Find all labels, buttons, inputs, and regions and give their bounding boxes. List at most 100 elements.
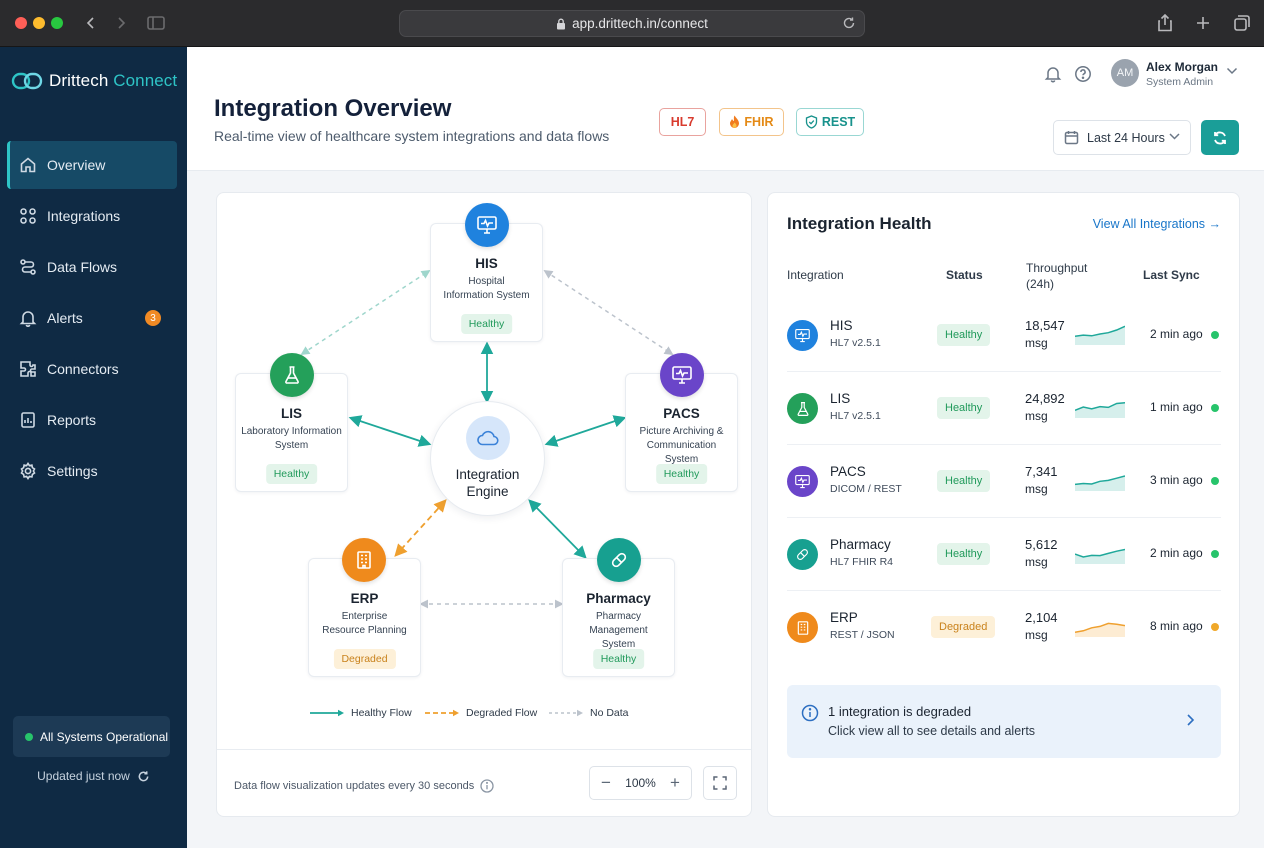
throughput-count: 5,612	[1025, 537, 1058, 552]
dashed-arrow-icon	[425, 709, 459, 717]
help-icon[interactable]	[1074, 65, 1092, 83]
integration-engine-node[interactable]: Integration Engine	[430, 401, 545, 516]
zoom-out-button[interactable]: −	[599, 773, 613, 793]
info-icon[interactable]	[480, 779, 494, 793]
chevron-down-icon	[1169, 133, 1180, 140]
chevron-right-icon[interactable]	[1186, 713, 1195, 732]
protocol-label: REST	[821, 115, 856, 129]
node-title: HIS	[475, 256, 498, 271]
column-header-throughput: Throughput (24h)	[1026, 261, 1088, 291]
close-window-button[interactable]	[15, 17, 27, 29]
flow-engine-erp	[394, 499, 447, 557]
refresh-small-icon[interactable]	[137, 770, 150, 783]
system-status-indicator: All Systems Operational	[13, 716, 170, 757]
refresh-icon	[1214, 131, 1226, 144]
pill-icon	[787, 539, 818, 570]
throughput-count: 7,341	[1025, 464, 1058, 479]
protocol-badge-hl7[interactable]: HL7	[659, 108, 706, 136]
connectors-icon	[20, 361, 36, 377]
last-sync: 8 min ago	[1150, 619, 1203, 633]
column-header-status: Status	[946, 268, 983, 282]
sidebar-item-label: Data Flows	[47, 259, 118, 275]
throughput-unit: msg	[1025, 482, 1048, 496]
table-row[interactable]: LIS HL7 v2.5.1 Healthy 24,892 msg 1 min …	[787, 372, 1221, 445]
protocol-badge-fhir[interactable]: FHIR	[719, 108, 784, 136]
main-nav: Overview Integrations Data Flows Alerts …	[7, 141, 177, 498]
view-all-integrations-link[interactable]: View All Integrations →	[1093, 217, 1221, 231]
sidebar-item-data-flows[interactable]: Data Flows	[7, 243, 177, 291]
forward-icon[interactable]	[110, 12, 132, 34]
protocol-label: FHIR	[744, 115, 774, 129]
sync-status-dot	[1211, 550, 1219, 558]
protocol-badge-rest[interactable]: REST	[796, 108, 864, 136]
degraded-alert-banner[interactable]: 1 integration is degraded Click view all…	[787, 685, 1221, 758]
sidebar-item-label: Reports	[47, 412, 97, 428]
tab-overview-icon[interactable]	[1231, 12, 1253, 34]
last-sync: 1 min ago	[1150, 400, 1203, 414]
sidebar-item-reports[interactable]: Reports	[7, 396, 177, 444]
integrations-icon	[20, 208, 36, 224]
status-badge: Healthy	[460, 314, 513, 334]
engine-label: Integration Engine	[455, 467, 520, 499]
last-sync: 2 min ago	[1150, 327, 1203, 341]
node-subtitle: Hospital Information System	[443, 276, 530, 301]
table-row[interactable]: HIS HL7 v2.5.1 Healthy 18,547 msg 2 min …	[787, 299, 1221, 372]
avatar[interactable]: AM	[1111, 59, 1139, 87]
integration-protocol: HL7 v2.5.1	[830, 410, 881, 422]
alerts-count-badge: 3	[145, 310, 161, 326]
sync-status-dot	[1211, 404, 1219, 412]
fullscreen-button[interactable]	[703, 766, 737, 800]
status-badge: Healthy	[937, 324, 991, 346]
status-badge: Healthy	[937, 470, 991, 492]
throughput-unit: msg	[1025, 555, 1048, 569]
share-icon[interactable]	[1154, 12, 1176, 34]
sidebar-toggle-icon[interactable]	[145, 12, 167, 34]
time-range-value: Last 24 Hours	[1087, 130, 1165, 145]
throughput-count: 2,104	[1025, 610, 1058, 625]
user-role: System Admin	[1146, 76, 1214, 88]
imaging-monitor-icon	[660, 353, 704, 397]
chevron-down-icon[interactable]	[1226, 67, 1238, 75]
sidebar-item-settings[interactable]: Settings	[7, 447, 177, 495]
sidebar-item-overview[interactable]: Overview	[7, 141, 177, 189]
table-row[interactable]: Pharmacy HL7 FHIR R4 Healthy 5,612 msg 2…	[787, 518, 1221, 591]
status-badge: Healthy	[655, 464, 708, 484]
minimize-window-button[interactable]	[33, 17, 45, 29]
new-tab-icon[interactable]	[1192, 12, 1214, 34]
building-icon	[342, 538, 386, 582]
logo-icon	[11, 72, 43, 90]
sync-status-dot	[1211, 623, 1219, 631]
url-text: app.drittech.in/connect	[572, 16, 708, 31]
status-dot	[25, 732, 33, 741]
calendar-icon	[1064, 131, 1079, 145]
last-updated: Updated just now	[0, 769, 187, 783]
last-sync: 2 min ago	[1150, 546, 1203, 560]
user-name[interactable]: Alex Morgan	[1146, 60, 1218, 74]
sidebar-item-label: Connectors	[47, 361, 119, 377]
sidebar-item-label: Integrations	[47, 208, 121, 224]
bell-icon	[19, 311, 37, 327]
sidebar-item-alerts[interactable]: Alerts 3	[7, 294, 177, 342]
node-subtitle: Pharmacy Management System	[589, 611, 648, 650]
monitor-icon	[787, 320, 818, 351]
maximize-window-button[interactable]	[51, 17, 63, 29]
brand-logo[interactable]: Drittech Connect	[11, 69, 177, 93]
throughput-count: 24,892	[1025, 391, 1065, 406]
throughput-sparkline	[1075, 475, 1125, 491]
throughput-unit: msg	[1025, 409, 1048, 423]
table-row[interactable]: ERP REST / JSON Degraded 2,104 msg 8 min…	[787, 591, 1221, 664]
address-bar[interactable]: app.drittech.in/connect	[399, 10, 865, 37]
table-row[interactable]: PACS DICOM / REST Healthy 7,341 msg 3 mi…	[787, 445, 1221, 518]
sidebar-item-integrations[interactable]: Integrations	[7, 192, 177, 240]
integration-name: ERP	[830, 610, 858, 625]
reload-icon[interactable]	[842, 16, 856, 30]
sidebar-item-connectors[interactable]: Connectors	[7, 345, 177, 393]
sidebar-item-label: Overview	[47, 157, 106, 173]
node-subtitle: Enterprise Resource Planning	[322, 611, 407, 636]
notifications-icon[interactable]	[1044, 65, 1062, 83]
time-range-select[interactable]: Last 24 Hours	[1053, 120, 1191, 155]
refresh-button[interactable]	[1201, 120, 1239, 155]
back-icon[interactable]	[80, 12, 102, 34]
zoom-in-button[interactable]: +	[668, 773, 682, 793]
flask-icon	[787, 393, 818, 424]
